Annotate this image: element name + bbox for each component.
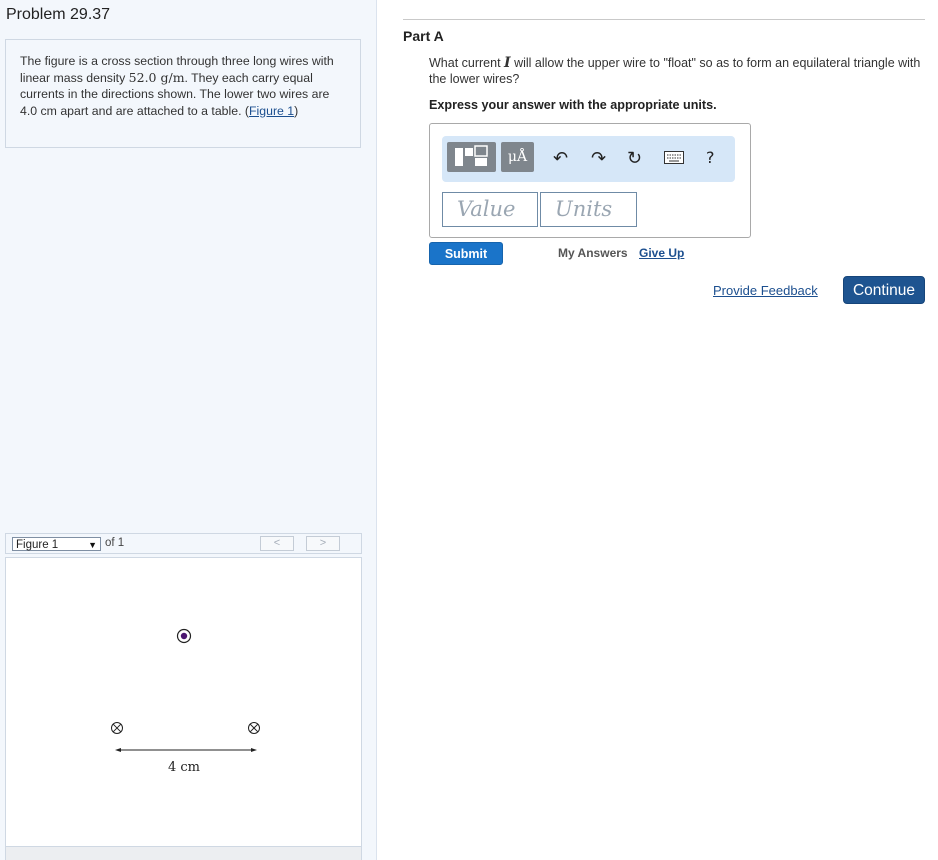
figure-panel: 4 cm	[5, 557, 362, 847]
give-up-link[interactable]: Give Up	[639, 246, 684, 260]
units-icon: μÅ	[507, 149, 528, 165]
part-divider	[403, 19, 925, 20]
problem-intro-box: The figure is a cross section through th…	[5, 39, 361, 148]
templates-icon	[455, 145, 488, 166]
upper-wire-out-of-page-icon	[176, 628, 192, 644]
problem-intro-text: The figure is a cross section through th…	[20, 53, 340, 119]
value-placeholder: Value	[457, 197, 516, 221]
figure-link[interactable]: Figure 1	[249, 104, 294, 118]
previous-figure-button[interactable]: <	[260, 536, 294, 551]
figure-select[interactable]: Figure 1 ▼	[12, 537, 101, 551]
my-answers-label: My Answers	[558, 246, 628, 260]
part-title: Part A	[403, 28, 444, 44]
answer-toolbar: μÅ ↶ ↷ ↻ ?	[442, 136, 735, 182]
wire-cross-section-figure: 4 cm	[111, 628, 260, 775]
value-input[interactable]: Value	[442, 192, 538, 227]
question-part-1: What current	[429, 56, 505, 70]
problem-title: Problem 29.37	[6, 6, 111, 23]
units-placeholder: Units	[555, 197, 613, 221]
units-input[interactable]: Units	[540, 192, 637, 227]
dropdown-arrow-icon: ▼	[88, 540, 97, 550]
lower-right-wire-into-page-icon	[248, 722, 260, 734]
chevron-left-icon: <	[273, 537, 281, 549]
submit-button[interactable]: Submit	[429, 242, 503, 265]
figure-scroll-edge	[5, 847, 362, 860]
answer-box: μÅ ↶ ↷ ↻ ? Value Units	[429, 123, 751, 238]
question-text: What current I will allow the upper wire…	[429, 55, 924, 87]
figure-count: of 1	[105, 537, 125, 549]
distance-label: 4 cm	[168, 760, 200, 775]
help-icon[interactable]: ?	[706, 148, 715, 168]
distance-arrow	[115, 748, 257, 752]
figure-select-value: Figure 1	[16, 539, 59, 551]
units-button[interactable]: μÅ	[501, 142, 534, 172]
lower-left-wire-into-page-icon	[111, 722, 123, 734]
figure-navigation-bar: Figure 1 ▼ of 1 < >	[5, 533, 362, 554]
undo-icon[interactable]: ↶	[553, 148, 568, 168]
keyboard-icon[interactable]	[664, 151, 684, 169]
redo-icon[interactable]: ↷	[591, 148, 606, 168]
continue-button[interactable]: Continue	[843, 276, 925, 304]
chevron-right-icon: >	[319, 537, 327, 549]
problem-pane: Problem 29.37 The figure is a cross sect…	[0, 0, 377, 860]
next-figure-button[interactable]: >	[306, 536, 340, 551]
answer-instruction: Express your answer with the appropriate…	[429, 98, 717, 112]
templates-button[interactable]	[447, 142, 496, 172]
provide-feedback-link[interactable]: Provide Feedback	[713, 283, 818, 298]
figure-link-close: )	[294, 103, 299, 118]
mass-density-value: 52.0 g/m	[128, 69, 185, 85]
reset-icon[interactable]: ↻	[627, 148, 642, 168]
